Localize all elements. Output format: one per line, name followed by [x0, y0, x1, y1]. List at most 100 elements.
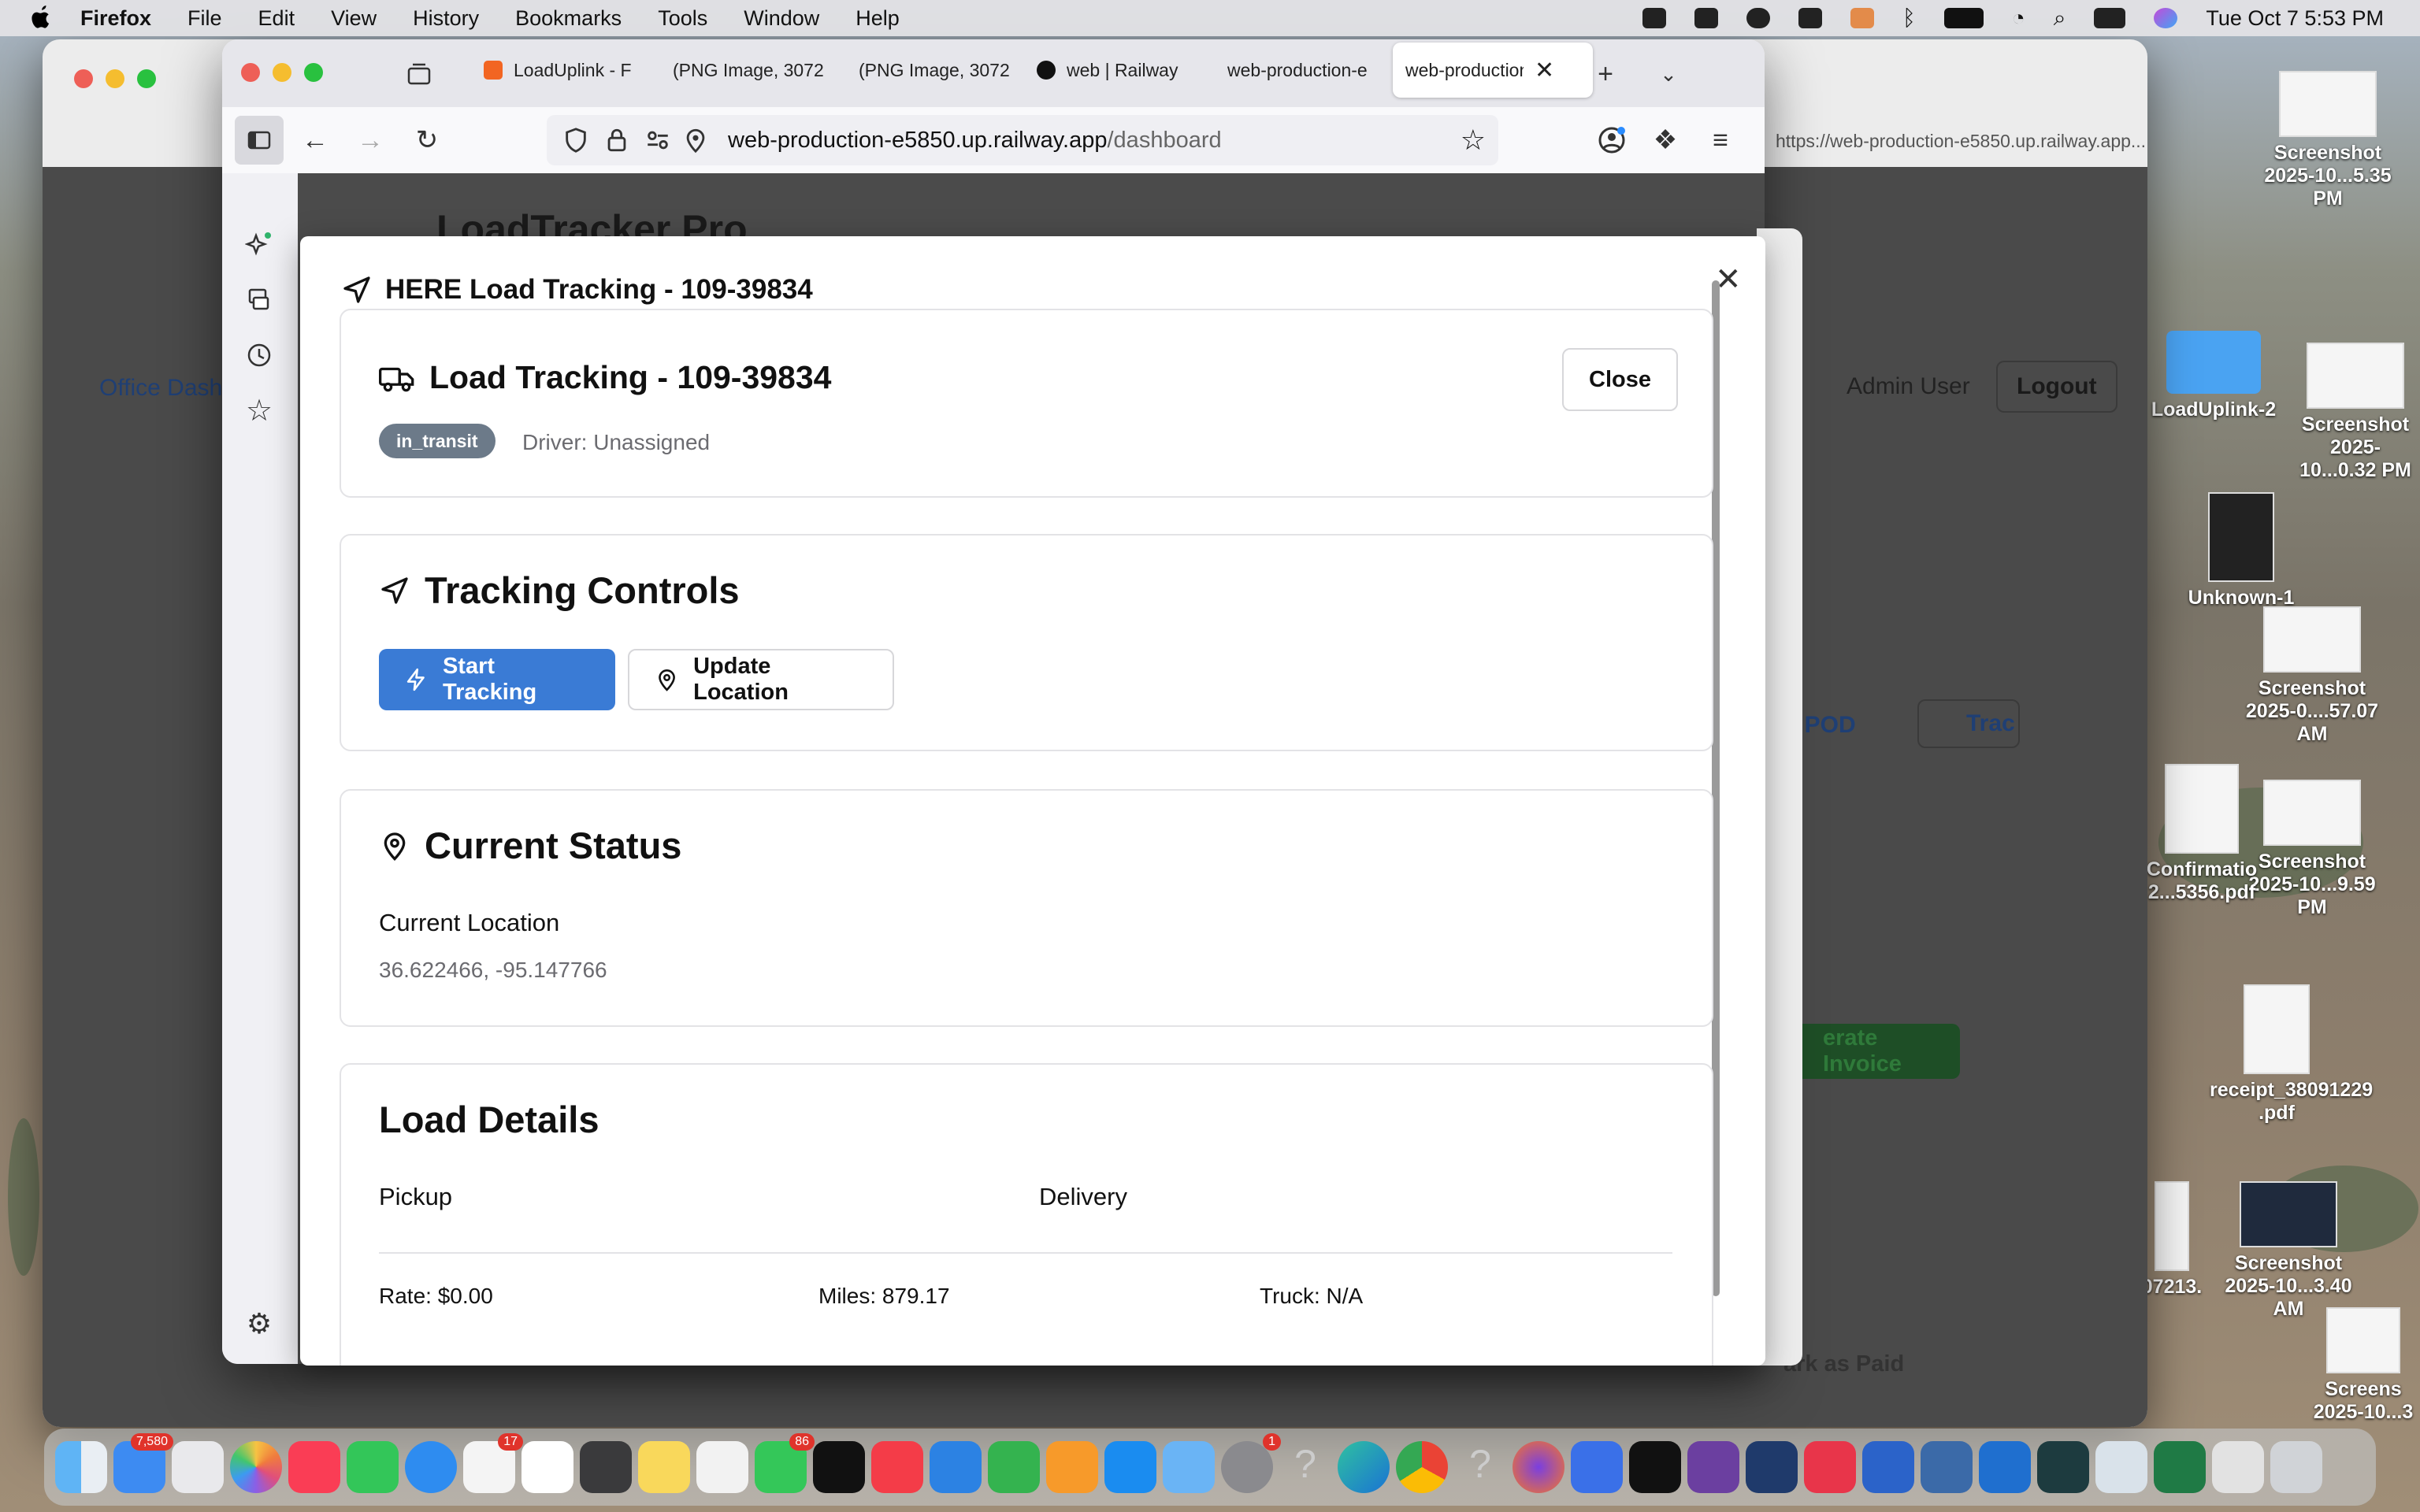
- music-icon[interactable]: [288, 1441, 340, 1493]
- perplexity-icon[interactable]: [2037, 1441, 2089, 1493]
- tab-png-image-1[interactable]: (PNG Image, 3072: [644, 43, 844, 98]
- desktop-icon[interactable]: Screenshot 2025-10...3.40 AM: [2221, 1181, 2355, 1321]
- trash-icon[interactable]: [2270, 1441, 2322, 1493]
- menu-history[interactable]: History: [413, 6, 479, 31]
- system-settings-icon[interactable]: 1: [1221, 1433, 1281, 1493]
- menu-tools[interactable]: Tools: [658, 6, 707, 31]
- new-tab-icon[interactable]: +: [1587, 55, 1624, 93]
- search-icon[interactable]: ⌕: [2054, 6, 2066, 32]
- tab-overview-icon[interactable]: [400, 55, 438, 93]
- edge-icon[interactable]: [1338, 1441, 1390, 1493]
- wifi-icon[interactable]: ◔: [2012, 6, 2025, 31]
- start-tracking-button[interactable]: Start Tracking: [379, 649, 615, 710]
- preview-icon[interactable]: [2095, 1441, 2147, 1493]
- tab-railway[interactable]: web | Railway: [1024, 43, 1223, 98]
- back-arrow-icon[interactable]: ←: [296, 121, 334, 159]
- desktop-icon[interactable]: Unknown-1: [2174, 492, 2308, 610]
- synced-tabs-icon[interactable]: [239, 280, 279, 320]
- track-button[interactable]: Trac: [1917, 699, 2020, 748]
- photos-icon[interactable]: [230, 1441, 282, 1493]
- minimize-window-button[interactable]: [106, 69, 124, 88]
- menu-file[interactable]: File: [187, 6, 222, 31]
- desktop-icon[interactable]: Screens 2025-10...3: [2308, 1307, 2418, 1424]
- menu-window[interactable]: Window: [744, 6, 819, 31]
- chatgpt-icon[interactable]: [1798, 8, 1822, 28]
- clock-text[interactable]: Tue Oct 7 5:53 PM: [2206, 6, 2384, 31]
- close-window-button[interactable]: [74, 69, 93, 88]
- tab-web-production-active[interactable]: web-production ✕: [1393, 43, 1593, 98]
- menu-edit[interactable]: Edit: [258, 6, 295, 31]
- creative-cloud-icon[interactable]: [1804, 1441, 1856, 1493]
- desktop-icon[interactable]: Screenshot 2025-10...9.59 PM: [2245, 780, 2379, 919]
- update-location-button[interactable]: Update Location: [628, 649, 894, 710]
- forward-arrow-icon[interactable]: →: [351, 121, 389, 159]
- github-desktop-icon[interactable]: [1687, 1441, 1739, 1493]
- apple-tv-icon[interactable]: [813, 1441, 865, 1493]
- close-window-button[interactable]: [241, 63, 260, 82]
- keynote-icon[interactable]: [930, 1441, 982, 1493]
- safari-icon[interactable]: [405, 1441, 457, 1493]
- url-bar[interactable]: web-production-e5850.up.railway.app/dash…: [547, 115, 1498, 165]
- calendar-icon[interactable]: [521, 1441, 573, 1493]
- screen-sharing-icon[interactable]: [1921, 1441, 1973, 1493]
- desktop-icon[interactable]: Confirmatio 2...5356.pdf: [2143, 764, 2261, 904]
- desktop-icon[interactable]: receipt_38091229 .pdf: [2210, 984, 2373, 1125]
- reminders-icon[interactable]: 17: [463, 1433, 523, 1493]
- shield-icon[interactable]: [562, 127, 589, 154]
- ai-sparkle-icon[interactable]: [239, 225, 279, 265]
- status-icon-2[interactable]: [1694, 8, 1718, 28]
- zoom-window-button[interactable]: [304, 63, 323, 82]
- facetime-icon[interactable]: [347, 1441, 399, 1493]
- mail-icon[interactable]: 7,580: [113, 1433, 173, 1493]
- tab-png-image-2[interactable]: (PNG Image, 3072: [830, 43, 1030, 98]
- settings-gear-icon[interactable]: ⚙: [239, 1304, 279, 1343]
- launchpad-icon[interactable]: [172, 1441, 224, 1493]
- permissions-icon[interactable]: [644, 127, 671, 154]
- notes-icon[interactable]: [638, 1441, 690, 1493]
- app-store-icon[interactable]: [1104, 1441, 1156, 1493]
- extensions-icon[interactable]: ❖: [1646, 121, 1684, 159]
- account-icon[interactable]: [1593, 121, 1631, 159]
- excel-icon[interactable]: [2154, 1441, 2206, 1493]
- location-pin-icon[interactable]: [682, 127, 709, 154]
- bookmarks-star-icon[interactable]: ☆: [239, 391, 279, 430]
- control-center-icon[interactable]: [2094, 8, 2126, 28]
- messages-icon[interactable]: 86: [755, 1433, 815, 1493]
- copilot-icon[interactable]: [1571, 1441, 1623, 1493]
- printer-icon[interactable]: [1862, 1441, 1914, 1493]
- freeform-icon[interactable]: [696, 1441, 748, 1493]
- menu-hamburger-icon[interactable]: ≡: [1702, 121, 1739, 159]
- unknown-app-icon[interactable]: ?: [1279, 1441, 1331, 1493]
- desktop-icon[interactable]: Screenshot 2025-0....57.07 AM: [2245, 606, 2379, 746]
- chatgpt-dock-icon[interactable]: [1629, 1441, 1681, 1493]
- news-icon[interactable]: [871, 1441, 923, 1493]
- bluetooth-icon[interactable]: ᛒ: [1902, 6, 1916, 31]
- tab-loaduplink[interactable]: LoadUplink - F: [471, 43, 668, 98]
- apple-icon[interactable]: [30, 6, 54, 31]
- menu-app-name[interactable]: Firefox: [80, 6, 151, 31]
- battery-icon[interactable]: [1943, 8, 1984, 28]
- downloads-stack-icon[interactable]: [2212, 1441, 2264, 1493]
- firefox-icon[interactable]: [1512, 1441, 1564, 1493]
- sidebar-toggle-icon[interactable]: [235, 116, 284, 165]
- chrome-icon[interactable]: [1396, 1441, 1448, 1493]
- numbers-icon[interactable]: [988, 1441, 1040, 1493]
- admin-user-label[interactable]: Admin User: [1847, 373, 1970, 400]
- close-button[interactable]: Close: [1562, 348, 1678, 411]
- minimize-window-button[interactable]: [273, 63, 291, 82]
- menu-view[interactable]: View: [331, 6, 377, 31]
- desktop-icon[interactable]: LoadUplink-2: [2147, 331, 2281, 421]
- pages-icon[interactable]: [1046, 1441, 1098, 1493]
- logout-button[interactable]: Logout: [1996, 361, 2118, 413]
- menu-help[interactable]: Help: [856, 6, 900, 31]
- vscode-icon[interactable]: [1746, 1441, 1798, 1493]
- lock-icon[interactable]: [603, 127, 630, 154]
- desktop-icon[interactable]: Screenshot 2025-10...0.32 PM: [2296, 343, 2414, 482]
- history-clock-icon[interactable]: [239, 335, 279, 375]
- reload-icon[interactable]: ↻: [408, 121, 446, 159]
- status-icon-5[interactable]: [1850, 8, 1874, 28]
- siri-icon[interactable]: [2154, 8, 2178, 28]
- calculator-icon[interactable]: [580, 1441, 632, 1493]
- zoom-window-button[interactable]: [137, 69, 156, 88]
- tab-web-production-1[interactable]: web-production-e: [1204, 43, 1401, 98]
